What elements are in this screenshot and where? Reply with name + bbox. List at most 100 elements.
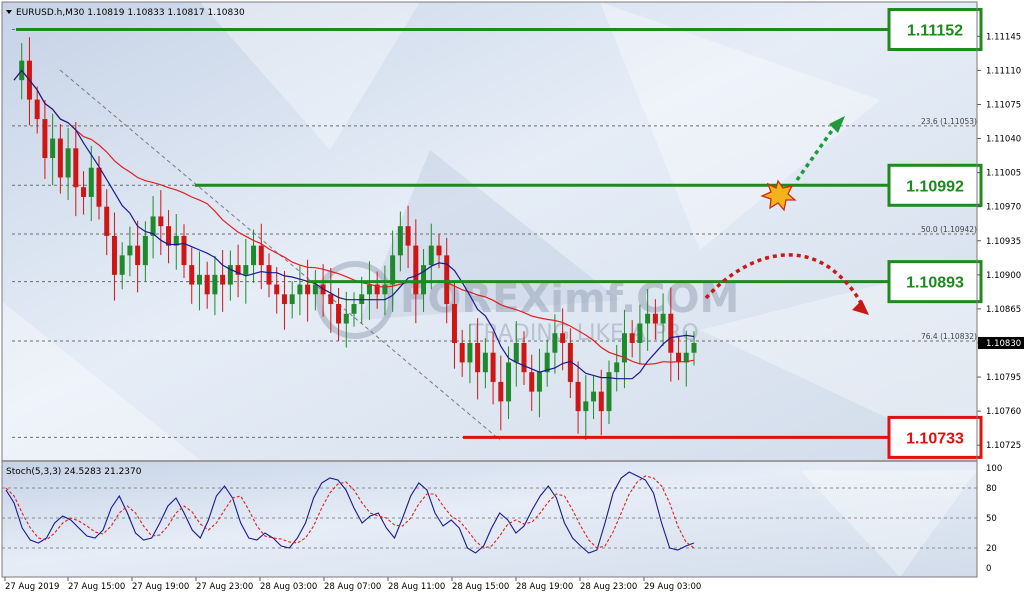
level-label: 1.10733: [906, 430, 964, 447]
bullish-candle: [289, 294, 295, 305]
time-tick-label: 27 Aug 19:00: [132, 582, 189, 592]
bearish-candle: [42, 119, 48, 159]
bearish-candle: [305, 284, 311, 295]
stoch-level-label: 80: [986, 484, 997, 494]
bullish-candle: [583, 401, 589, 412]
bearish-candle: [181, 235, 187, 266]
bearish-candle: [220, 274, 226, 285]
bullish-candle: [312, 284, 318, 295]
price-tick-label: 1.11110: [986, 66, 1021, 76]
price-chart[interactable]: FOREXimf.COM TRADING LIKE A PRO 23.6 (1.…: [0, 0, 1030, 598]
bullish-candle: [552, 333, 558, 353]
bearish-candle: [81, 187, 87, 197]
price-tick-label: 1.10935: [986, 237, 1021, 247]
level-label: 1.10893: [906, 275, 964, 292]
bullish-candle: [65, 148, 71, 178]
bullish-candle: [397, 226, 403, 256]
time-tick-label: 28 Aug 03:00: [260, 582, 317, 592]
level-label: 1.11152: [907, 23, 963, 40]
fibo-label: 23.6 (1.11053): [921, 117, 977, 126]
chart-window: FOREXimf.COM TRADING LIKE A PRO 23.6 (1.…: [0, 0, 1030, 598]
time-tick-label: 27 Aug 2019: [5, 582, 59, 592]
bearish-candle: [96, 167, 102, 207]
bullish-candle: [482, 352, 488, 373]
bullish-candle: [297, 284, 303, 295]
bearish-candle: [135, 245, 141, 266]
bearish-candle: [336, 304, 342, 324]
symbol-header: EURUSD.h,M30 1.10819 1.10833 1.10817 1.1…: [16, 8, 245, 18]
bearish-candle: [34, 99, 40, 120]
bearish-candle: [475, 342, 481, 373]
price-tick-label: 1.11005: [986, 169, 1021, 179]
last-price-label: 1.10830: [986, 339, 1021, 349]
bearish-candle: [598, 391, 604, 412]
bearish-candle: [498, 381, 504, 402]
time-tick-label: 27 Aug 23:00: [196, 582, 253, 592]
bearish-candle: [274, 284, 280, 295]
bullish-candle: [467, 342, 473, 363]
time-tick-label: 28 Aug 23:00: [580, 582, 637, 592]
bearish-candle: [459, 342, 465, 363]
bearish-candle: [104, 206, 110, 236]
bullish-candle: [88, 167, 94, 197]
bearish-candle: [166, 226, 172, 246]
price-tick-label: 1.11075: [986, 100, 1021, 110]
stoch-level-label: 100: [986, 464, 1002, 474]
price-tick-label: 1.10900: [986, 271, 1021, 281]
price-tick-label: 1.10760: [986, 407, 1021, 417]
time-tick-label: 28 Aug 15:00: [452, 582, 509, 592]
price-tick-label: 1.10970: [986, 203, 1021, 213]
time-tick-label: 28 Aug 19:00: [516, 582, 573, 592]
bearish-candle: [668, 313, 674, 353]
bearish-candle: [57, 138, 63, 178]
bullish-candle: [50, 138, 56, 159]
bullish-candle: [645, 313, 651, 324]
bearish-candle: [405, 226, 411, 246]
bearish-candle: [189, 265, 195, 285]
bearish-candle: [652, 313, 658, 324]
time-tick-label: 29 Aug 03:00: [644, 582, 701, 592]
bullish-candle: [421, 265, 427, 295]
bullish-candle: [382, 284, 388, 295]
bullish-candle: [196, 274, 202, 285]
bullish-candle: [212, 274, 218, 295]
bearish-candle: [111, 235, 117, 275]
price-tick-label: 1.11145: [986, 32, 1021, 42]
bullish-candle: [119, 255, 125, 275]
bearish-candle: [281, 294, 287, 305]
bearish-candle: [158, 216, 164, 227]
price-tick-label: 1.10795: [986, 373, 1021, 383]
stoch-level-label: 0: [986, 564, 991, 574]
bullish-candle: [127, 245, 133, 256]
bearish-candle: [266, 265, 272, 285]
stoch-header: Stoch(5,3,3) 24.5283 21.2370: [6, 467, 142, 477]
time-tick-label: 27 Aug 15:00: [68, 582, 125, 592]
fibo-label: 76.4 (1.10832): [921, 332, 977, 341]
bullish-candle: [142, 235, 148, 266]
price-tick-label: 1.10725: [986, 441, 1021, 451]
bearish-candle: [258, 245, 264, 266]
bullish-candle: [251, 245, 257, 266]
bearish-candle: [328, 294, 334, 305]
bearish-candle: [204, 274, 210, 295]
time-tick-label: 28 Aug 11:00: [388, 582, 445, 592]
stoch-level-label: 50: [986, 514, 997, 524]
bearish-candle: [73, 148, 79, 188]
bullish-candle: [428, 245, 434, 266]
bullish-candle: [366, 284, 372, 295]
bearish-candle: [436, 245, 442, 256]
bearish-candle: [413, 245, 419, 295]
bullish-candle: [637, 323, 643, 343]
bullish-candle: [660, 313, 666, 324]
bullish-candle: [691, 342, 697, 353]
price-tick-label: 1.10865: [986, 305, 1021, 315]
bearish-candle: [629, 333, 635, 343]
bullish-candle: [614, 362, 620, 373]
bearish-candle: [575, 381, 581, 412]
stoch-level-label: 20: [986, 544, 997, 554]
bearish-candle: [490, 352, 496, 382]
level-label: 1.10992: [906, 178, 964, 195]
bearish-candle: [521, 342, 527, 373]
time-tick-label: 28 Aug 07:00: [324, 582, 381, 592]
bearish-candle: [676, 352, 682, 363]
